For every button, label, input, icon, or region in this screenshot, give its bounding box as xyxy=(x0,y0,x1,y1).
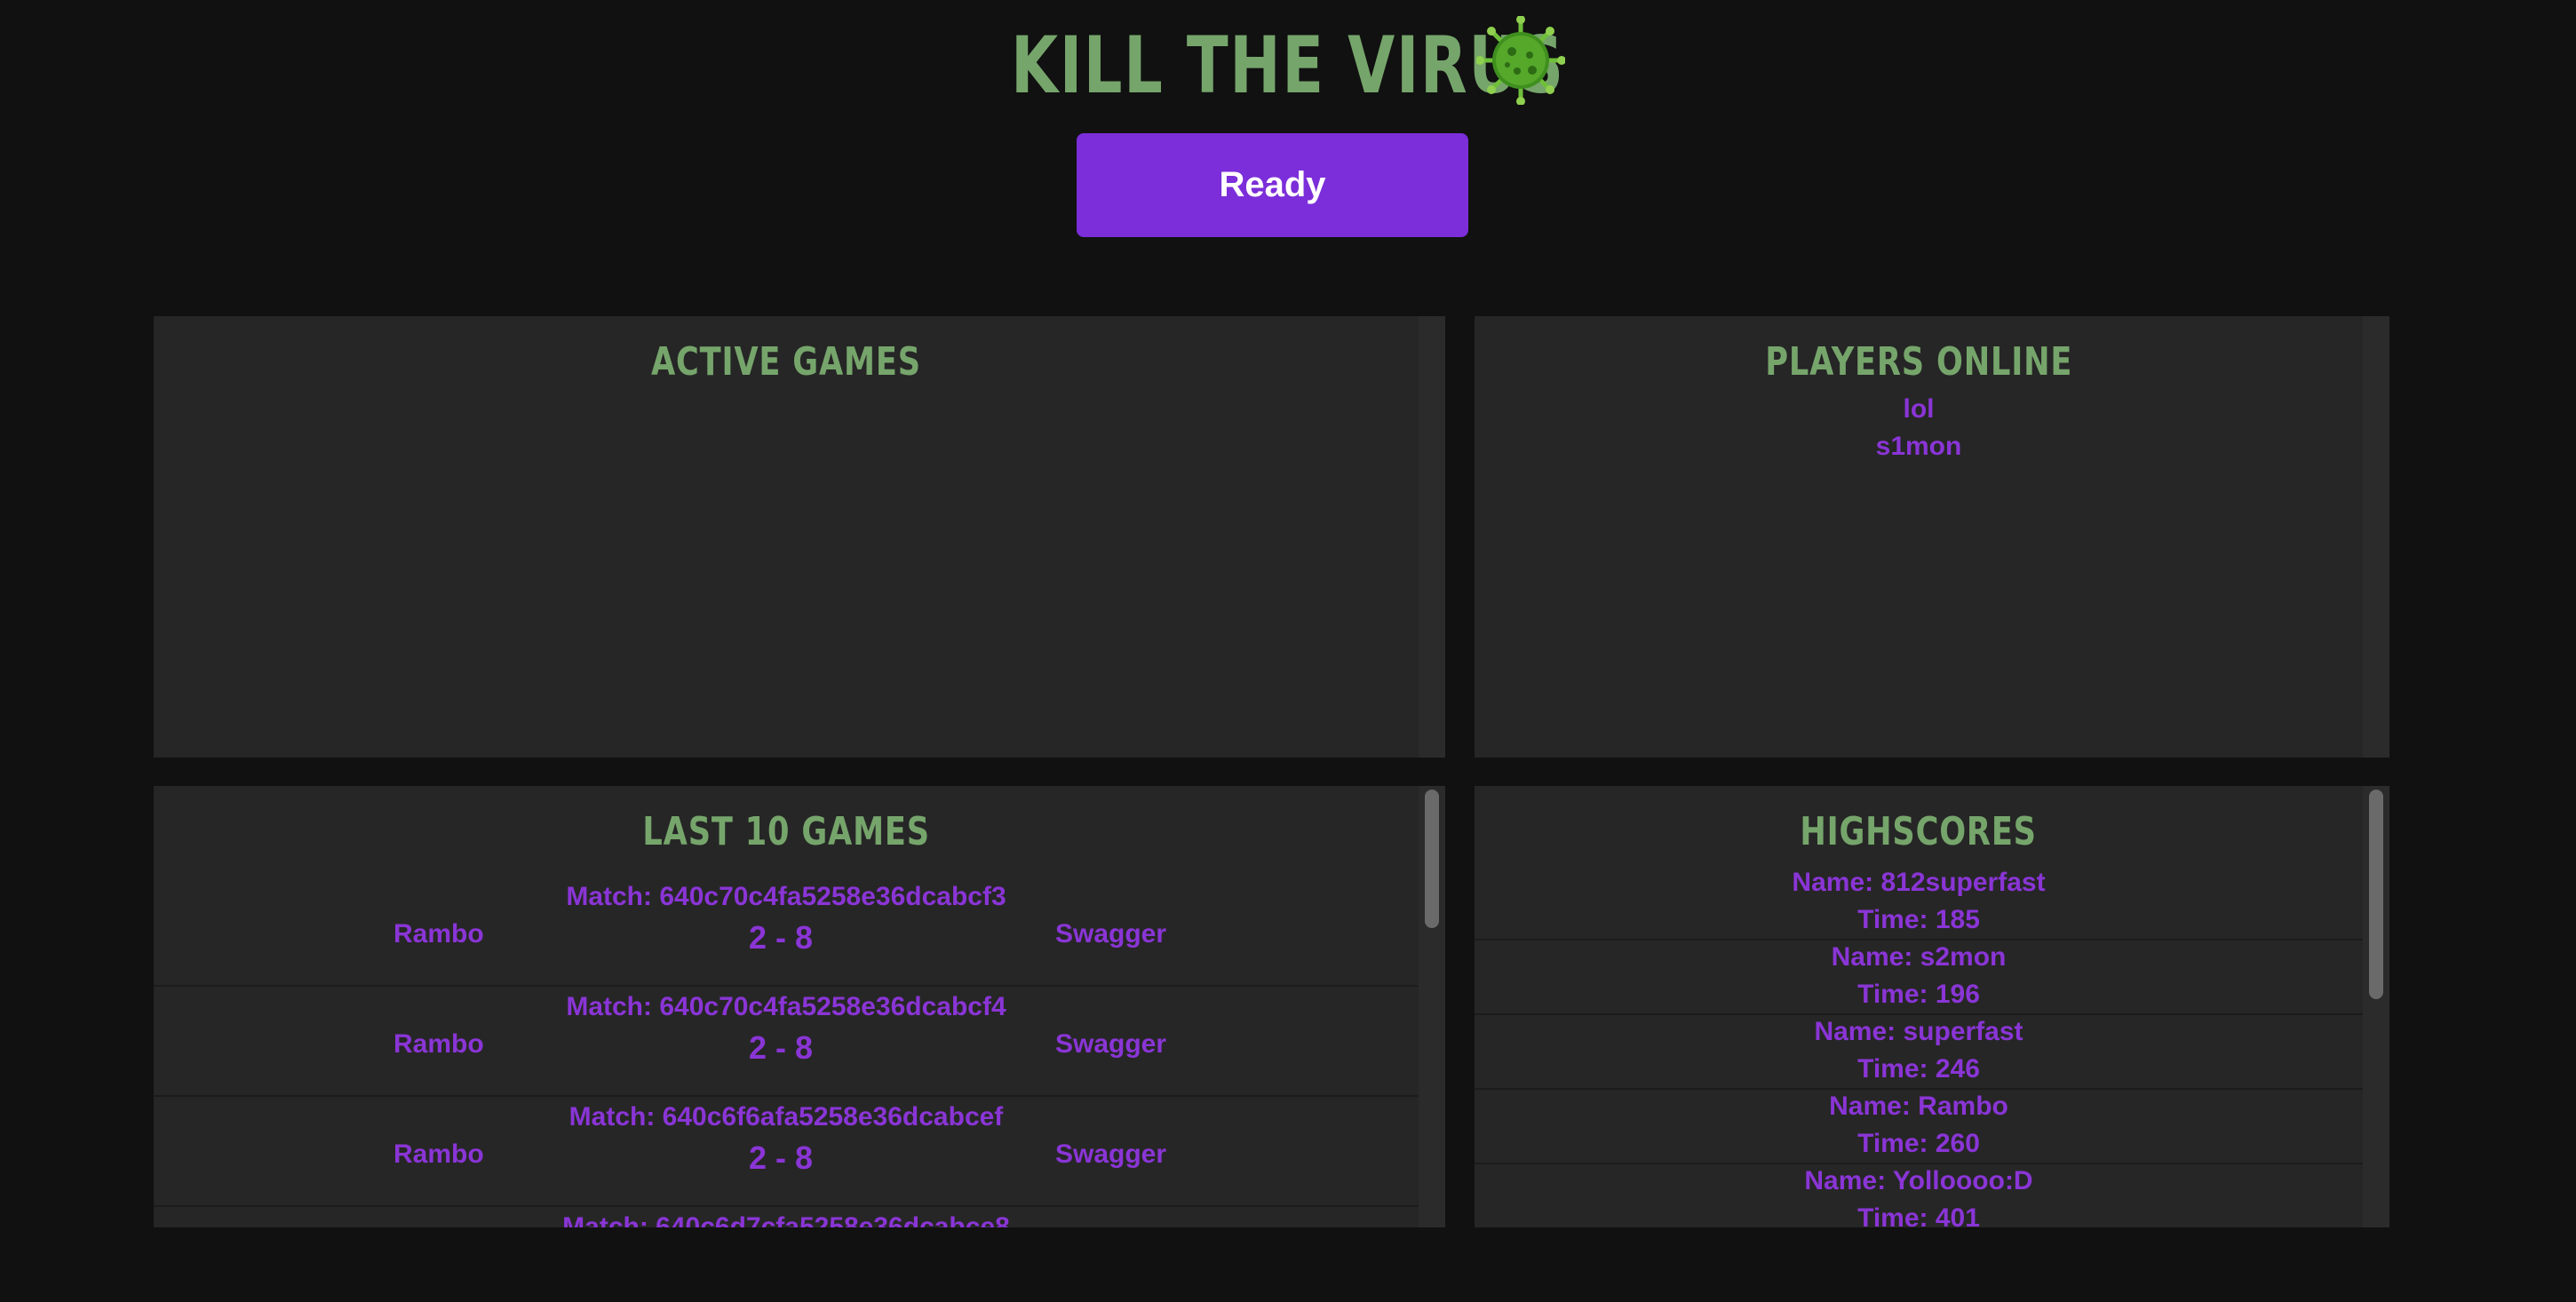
highscore-time: Time: 401 xyxy=(1857,1203,1980,1227)
highscore-time: Time: 185 xyxy=(1857,905,1980,934)
highscore-time: Time: 196 xyxy=(1857,980,1980,1009)
players-online-scrollbar[interactable] xyxy=(2363,316,2389,758)
highscore-name: Name: Rambo xyxy=(1829,1092,2008,1121)
player-item: lol xyxy=(1903,394,1935,424)
match-id: Match: 640c6f6afa5258e36dcabcef xyxy=(568,1102,1004,1131)
players-list: lol s1mon xyxy=(1475,391,2363,465)
highscores-panel: Highscores Name: 812superfast Time: 185 … xyxy=(1475,786,2389,1227)
match-score: 2 - 8 xyxy=(748,919,814,956)
match-score: 2 - 8 xyxy=(748,1029,814,1066)
active-games-title: Active Games xyxy=(651,339,921,385)
ready-button[interactable]: Ready xyxy=(1077,133,1468,237)
highscore-name: Name: Yolloooo:D xyxy=(1804,1166,2033,1195)
highscore-name: Name: superfast xyxy=(1814,1017,2023,1046)
match-id: Match: 640c6d7cfa5258e36dcabce8 xyxy=(562,1212,1010,1227)
title-bar: Kill the Virus xyxy=(0,12,2576,117)
highscore-row: Name: s2mon Time: 196 xyxy=(1475,939,2363,1015)
highscore-row: Name: 812superfast Time: 185 xyxy=(1475,864,2363,941)
player-two: Swagger xyxy=(1055,1029,1167,1059)
active-games-panel: Active Games xyxy=(154,316,1445,758)
virus-icon xyxy=(1476,16,1565,105)
match-id: Match: 640c70c4fa5258e36dcabcf4 xyxy=(566,992,1006,1021)
game-row: Match: 640c6d7cfa5258e36dcabce8 xyxy=(154,1205,1419,1227)
highscore-row: Name: Rambo Time: 260 xyxy=(1475,1088,2363,1164)
highscore-name: Name: 812superfast xyxy=(1792,868,2046,897)
last-games-title: Last 10 Games xyxy=(642,809,930,854)
game-row: Match: 640c70c4fa5258e36dcabcf3 Rambo 2 … xyxy=(154,875,1419,987)
players-online-panel: Players Online lol s1mon xyxy=(1475,316,2389,758)
player-two: Swagger xyxy=(1055,1139,1167,1169)
highscore-name: Name: s2mon xyxy=(1831,942,2007,972)
highscore-row: Name: superfast Time: 246 xyxy=(1475,1013,2363,1090)
highscores-title: Highscores xyxy=(1800,809,2038,854)
game-row: Match: 640c70c4fa5258e36dcabcf4 Rambo 2 … xyxy=(154,985,1419,1097)
game-row: Match: 640c6f6afa5258e36dcabcef Rambo 2 … xyxy=(154,1095,1419,1207)
highscore-time: Time: 246 xyxy=(1857,1054,1980,1084)
active-games-scrollbar[interactable] xyxy=(1419,316,1445,758)
last-games-scroll-thumb[interactable] xyxy=(1425,790,1439,928)
player-item: s1mon xyxy=(1875,432,1962,461)
match-id: Match: 640c70c4fa5258e36dcabcf3 xyxy=(566,882,1006,911)
highscore-row: Name: Yolloooo:D Time: 401 xyxy=(1475,1163,2363,1227)
app-root: Kill the Virus Ready Active Games Player… xyxy=(0,0,2576,1302)
player-two: Swagger xyxy=(1055,919,1167,949)
last-games-panel: Last 10 Games Match: 640c70c4fa5258e36dc… xyxy=(154,786,1445,1227)
highscores-scroll-thumb[interactable] xyxy=(2369,790,2383,999)
players-online-title: Players Online xyxy=(1765,339,2072,385)
match-score: 2 - 8 xyxy=(748,1139,814,1176)
highscore-time: Time: 260 xyxy=(1857,1129,1980,1158)
